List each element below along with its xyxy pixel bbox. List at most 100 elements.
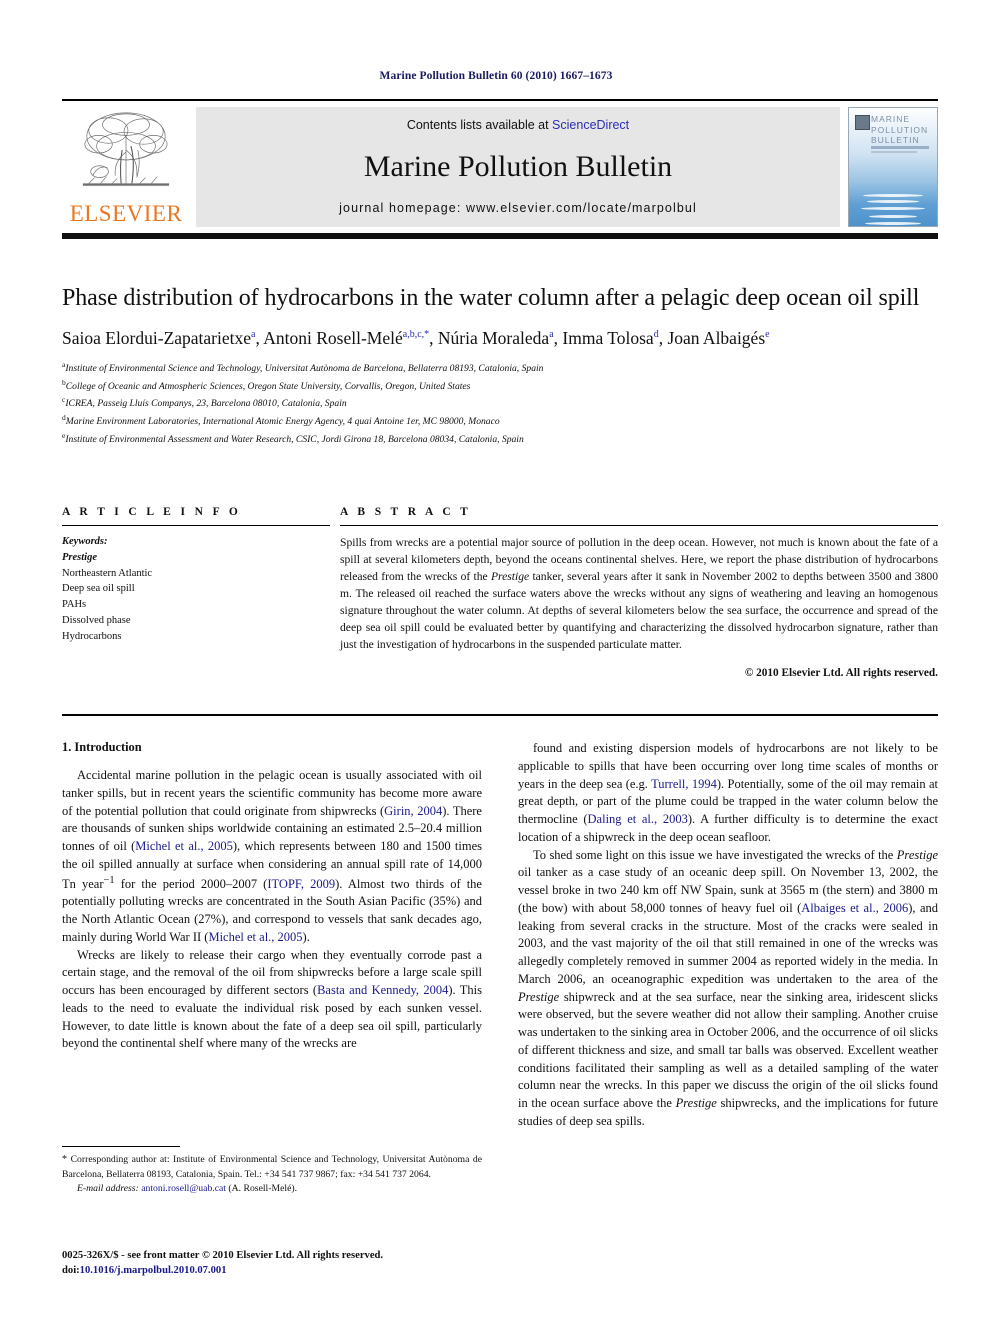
author-affiliation-marks: a,b,c,* bbox=[402, 329, 430, 341]
body-paragraph: Wrecks are likely to release their cargo… bbox=[62, 947, 482, 1054]
keyword-item: Deep sea oil spill bbox=[62, 583, 135, 595]
abstract-emphasis: Prestige bbox=[490, 570, 530, 584]
doi-label: doi: bbox=[62, 1265, 80, 1277]
paper-page: Marine Pollution Bulletin 60 (2010) 1667… bbox=[0, 0, 992, 1323]
affiliation-item: eInstitute of Environmental Assessment a… bbox=[62, 430, 938, 448]
journal-title: Marine Pollution Bulletin bbox=[363, 149, 673, 183]
author-affiliation-marks: a bbox=[251, 329, 256, 341]
keyword-item: Prestige bbox=[62, 551, 97, 563]
article-info-column: A R T I C L E I N F O Keywords: Prestige… bbox=[62, 490, 330, 679]
keyword-item: Dissolved phase bbox=[62, 614, 131, 626]
affiliation-text: Marine Environment Laboratories, Interna… bbox=[65, 416, 500, 428]
affiliation-item: dMarine Environment Laboratories, Intern… bbox=[62, 412, 938, 430]
right-column-paragraphs: found and existing dispersion models of … bbox=[518, 740, 938, 1131]
emphasis-run: Prestige bbox=[896, 847, 938, 862]
abstract-bottom-rule bbox=[62, 714, 938, 716]
footnote-area: * Corresponding author at: Institute of … bbox=[62, 1146, 482, 1196]
keyword-item: PAHs bbox=[62, 599, 87, 610]
body-paragraph: To shed some light on this issue we have… bbox=[518, 847, 938, 1131]
email-link[interactable]: antoni.rosell@uab.cat bbox=[141, 1183, 226, 1194]
affiliation-text: Institute of Environmental Science and T… bbox=[65, 362, 544, 374]
email-author: (A. Rosell-Melé). bbox=[228, 1182, 298, 1194]
footnote-star-icon: * bbox=[62, 1154, 71, 1165]
abstract-rule bbox=[340, 525, 938, 526]
citation-link[interactable]: Michel et al., 2005 bbox=[208, 930, 302, 944]
affiliation-item: bCollege of Oceanic and Atmospheric Scie… bbox=[62, 377, 938, 395]
affiliation-list: aInstitute of Environmental Science and … bbox=[62, 359, 938, 448]
cover-title-text: MARINE POLLUTION BULLETIN bbox=[871, 114, 929, 146]
emphasis-run: Prestige bbox=[518, 989, 560, 1004]
author-affiliation-marks: a bbox=[549, 329, 554, 341]
left-column-paragraphs: Accidental marine pollution in the pelag… bbox=[62, 767, 482, 1053]
journal-masthead: ELSEVIER Contents lists available at Sci… bbox=[62, 99, 938, 239]
journal-homepage[interactable]: journal homepage: www.elsevier.com/locat… bbox=[339, 201, 697, 215]
body-right-column: found and existing dispersion models of … bbox=[518, 740, 938, 1131]
keywords-list: Prestige Northeastern Atlantic Deep sea oi… bbox=[62, 550, 330, 645]
body-paragraph: Accidental marine pollution in the pelag… bbox=[62, 767, 482, 947]
corresponding-author-footnote: * Corresponding author at: Institute of … bbox=[62, 1153, 482, 1182]
affiliation-text: ICREA, Passeig Lluís Companys, 23, Barce… bbox=[65, 398, 347, 410]
text-run: shipwreck and at the sea surface, near t… bbox=[518, 989, 938, 1111]
email-label: E-mail address: bbox=[77, 1182, 139, 1194]
author-affiliation-marks: e bbox=[765, 329, 770, 341]
author-list: Saioa Elordui-Zapatarietxea, Antoni Rose… bbox=[62, 328, 770, 348]
affiliation-text: College of Oceanic and Atmospheric Scien… bbox=[65, 380, 471, 392]
author-name: Joan Albaigés bbox=[667, 328, 766, 348]
article-info-heading: A R T I C L E I N F O bbox=[62, 506, 242, 518]
doi-link[interactable]: 10.1016/j.marpolbul.2010.07.001 bbox=[80, 1265, 227, 1276]
contents-prefix: Contents lists available at bbox=[406, 118, 553, 132]
text-run: −1 bbox=[103, 874, 115, 886]
page-title: Phase distribution of hydrocarbons in th… bbox=[62, 285, 920, 311]
keyword-item: Northeastern Atlantic bbox=[62, 567, 153, 579]
citation-link[interactable]: Daling et al., 2003 bbox=[588, 812, 688, 826]
cover-wave-3 bbox=[861, 207, 925, 210]
title-block: Phase distribution of hydrocarbons in th… bbox=[62, 283, 938, 448]
section-heading-introduction: 1. Introduction bbox=[62, 740, 142, 754]
journal-cover-thumbnail: MARINE POLLUTION BULLETIN bbox=[848, 107, 938, 227]
citation-link[interactable]: Girin, 2004 bbox=[384, 804, 442, 818]
running-head: Marine Pollution Bulletin 60 (2010) 1667… bbox=[379, 70, 613, 82]
citation-link[interactable]: Turrell, 1994 bbox=[651, 777, 717, 791]
author-name: Núria Moraleda bbox=[437, 328, 550, 348]
cover-wave-5 bbox=[865, 222, 921, 225]
cover-wave-4 bbox=[869, 215, 917, 218]
citation-link[interactable]: Albaiges et al., 2006 bbox=[801, 901, 908, 915]
footnote-text: Corresponding author at: Institute of En… bbox=[62, 1154, 483, 1180]
keyword-item: Hydrocarbons bbox=[62, 630, 122, 642]
affiliation-item: aInstitute of Environmental Science and … bbox=[62, 359, 938, 377]
emphasis-run: Prestige bbox=[675, 1096, 717, 1110]
doi-line: doi:10.1016/j.marpolbul.2010.07.001 bbox=[62, 1263, 562, 1278]
author-name: Antoni Rosell-Melé bbox=[263, 328, 403, 348]
abstract-text: Spills from wrecks are a potential major… bbox=[340, 534, 938, 653]
citation-link[interactable]: Michel et al., 2005 bbox=[135, 839, 233, 853]
abstract-heading: A B S T R A C T bbox=[340, 506, 472, 518]
imprint-block: 0025-326X/$ - see front matter © 2010 El… bbox=[62, 1248, 562, 1279]
copyright-line: © 2010 Elsevier Ltd. All rights reserved… bbox=[744, 667, 938, 680]
affiliation-item: cICREA, Passeig Lluís Companys, 23, Barc… bbox=[62, 394, 938, 412]
author-affiliation-marks: d bbox=[653, 329, 659, 341]
cover-wave-1 bbox=[863, 194, 923, 197]
citation-link[interactable]: ITOPF, 2009 bbox=[267, 877, 335, 891]
abstract-column: A B S T R A C T Spills from wrecks are a… bbox=[340, 490, 938, 679]
elsevier-logo: ELSEVIER bbox=[62, 107, 190, 227]
keywords-label: Keywords: bbox=[62, 536, 108, 547]
footnote-rule bbox=[62, 1146, 180, 1147]
text-run: ). bbox=[302, 929, 310, 944]
body-paragraph: found and existing dispersion models of … bbox=[518, 740, 938, 847]
text-run: for the period 2000–2007 ( bbox=[114, 876, 268, 891]
cover-subtitle-bar bbox=[871, 146, 929, 149]
text-run: To shed some light on this issue we have… bbox=[533, 847, 897, 862]
citation-link[interactable]: Basta and Kennedy, 2004 bbox=[317, 983, 448, 997]
elsevier-tree-icon bbox=[82, 112, 170, 186]
affiliation-text: Institute of Environmental Assessment an… bbox=[65, 434, 524, 445]
article-info-rule bbox=[62, 525, 330, 526]
journal-band: Contents lists available at ScienceDirec… bbox=[196, 107, 840, 227]
body-left-column: 1. Introduction Accidental marine pollut… bbox=[62, 740, 482, 1131]
cover-wave-2 bbox=[867, 200, 919, 203]
masthead-bottom-rule bbox=[62, 233, 938, 239]
sciencedirect-link[interactable]: ScienceDirect bbox=[552, 118, 629, 132]
email-footnote: E-mail address: antoni.rosell@uab.cat (A… bbox=[62, 1182, 482, 1196]
cover-swatch-icon bbox=[855, 115, 870, 130]
info-abstract-region: A R T I C L E I N F O Keywords: Prestige… bbox=[62, 490, 938, 679]
author-name: Imma Tolosa bbox=[562, 328, 654, 348]
